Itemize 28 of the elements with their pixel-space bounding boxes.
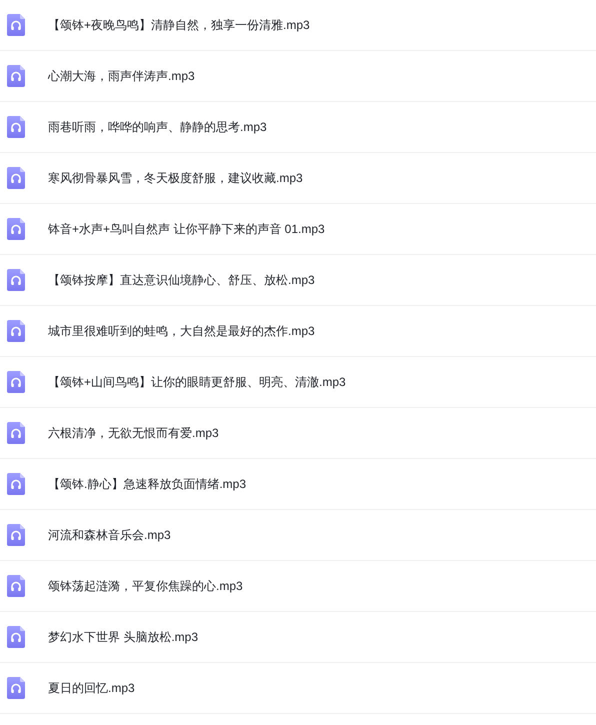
audio-file-icon (7, 269, 25, 291)
audio-file-icon (7, 473, 25, 495)
file-name[interactable]: 城市里很难听到的蛙鸣，大自然是最好的杰作.mp3 (48, 322, 315, 340)
audio-file-icon (7, 626, 25, 648)
file-name[interactable]: 河流和森林音乐会.mp3 (48, 526, 171, 544)
file-name[interactable]: 【颂钵按摩】直达意识仙境静心、舒压、放松.mp3 (48, 272, 315, 288)
file-name[interactable]: 心潮大海，雨声伴涛声.mp3 (48, 68, 195, 84)
file-name[interactable]: 【颂钵.静心】急速释放负面情绪.mp3 (48, 476, 246, 492)
audio-file-icon (7, 14, 25, 36)
file-name[interactable]: 六根清净，无欲无恨而有爱.mp3 (48, 424, 219, 442)
audio-file-icon (7, 320, 25, 342)
audio-file-icon (7, 116, 25, 138)
audio-file-icon (7, 371, 25, 393)
audio-file-icon (7, 422, 25, 444)
audio-file-icon (7, 524, 25, 546)
file-name[interactable]: 【颂钵+夜晚鸟鸣】清静自然，独享一份清雅.mp3 (48, 16, 310, 34)
file-name[interactable]: 夏日的回忆.mp3 (48, 680, 135, 696)
file-name[interactable]: 寒风彻骨暴风雪，冬天极度舒服，建议收藏.mp3 (48, 170, 303, 186)
audio-file-icon (7, 677, 25, 699)
audio-file-icon (7, 218, 25, 240)
audio-file-icon (7, 167, 25, 189)
file-name[interactable]: 钵音+水声+鸟叫自然声 让你平静下来的声音 01.mp3 (48, 220, 325, 238)
audio-file-icon (7, 575, 25, 597)
file-name[interactable]: 梦幻水下世界 头脑放松.mp3 (48, 628, 198, 646)
file-name[interactable]: 颂钵荡起涟漪，平复你焦躁的心.mp3 (48, 578, 243, 594)
file-name[interactable]: 【颂钵+山间鸟鸣】让你的眼睛更舒服、明亮、清澈.mp3 (48, 374, 346, 390)
file-name[interactable]: 雨巷听雨，哗哗的响声、静静的思考.mp3 (48, 118, 267, 136)
audio-file-icon (7, 65, 25, 87)
